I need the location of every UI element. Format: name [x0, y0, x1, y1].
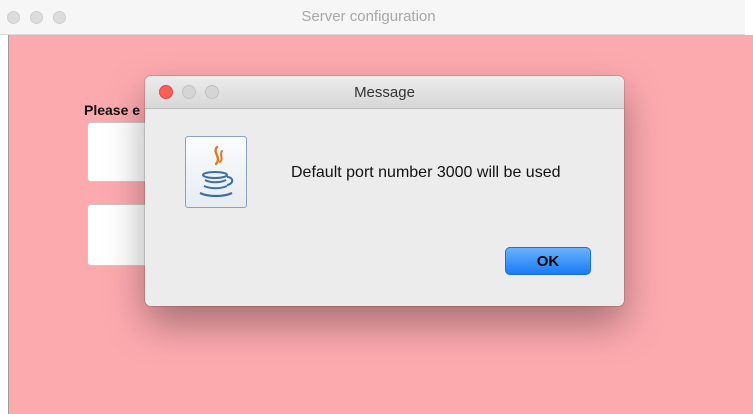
ok-button[interactable]: OK	[505, 247, 591, 275]
main-window-titlebar[interactable]: Server configuration	[0, 0, 745, 35]
dialog-titlebar[interactable]: Message	[145, 76, 624, 109]
prompt-label: Please e	[84, 102, 141, 118]
dialog-message: Default port number 3000 will be used	[291, 164, 561, 181]
dialog-title: Message	[354, 84, 415, 101]
java-icon	[185, 136, 247, 208]
message-dialog: Message Default port number 3000 will be…	[145, 76, 624, 306]
desktop: Server configuration Please e Message De…	[0, 0, 753, 414]
main-window-title: Server configuration	[301, 8, 436, 25]
